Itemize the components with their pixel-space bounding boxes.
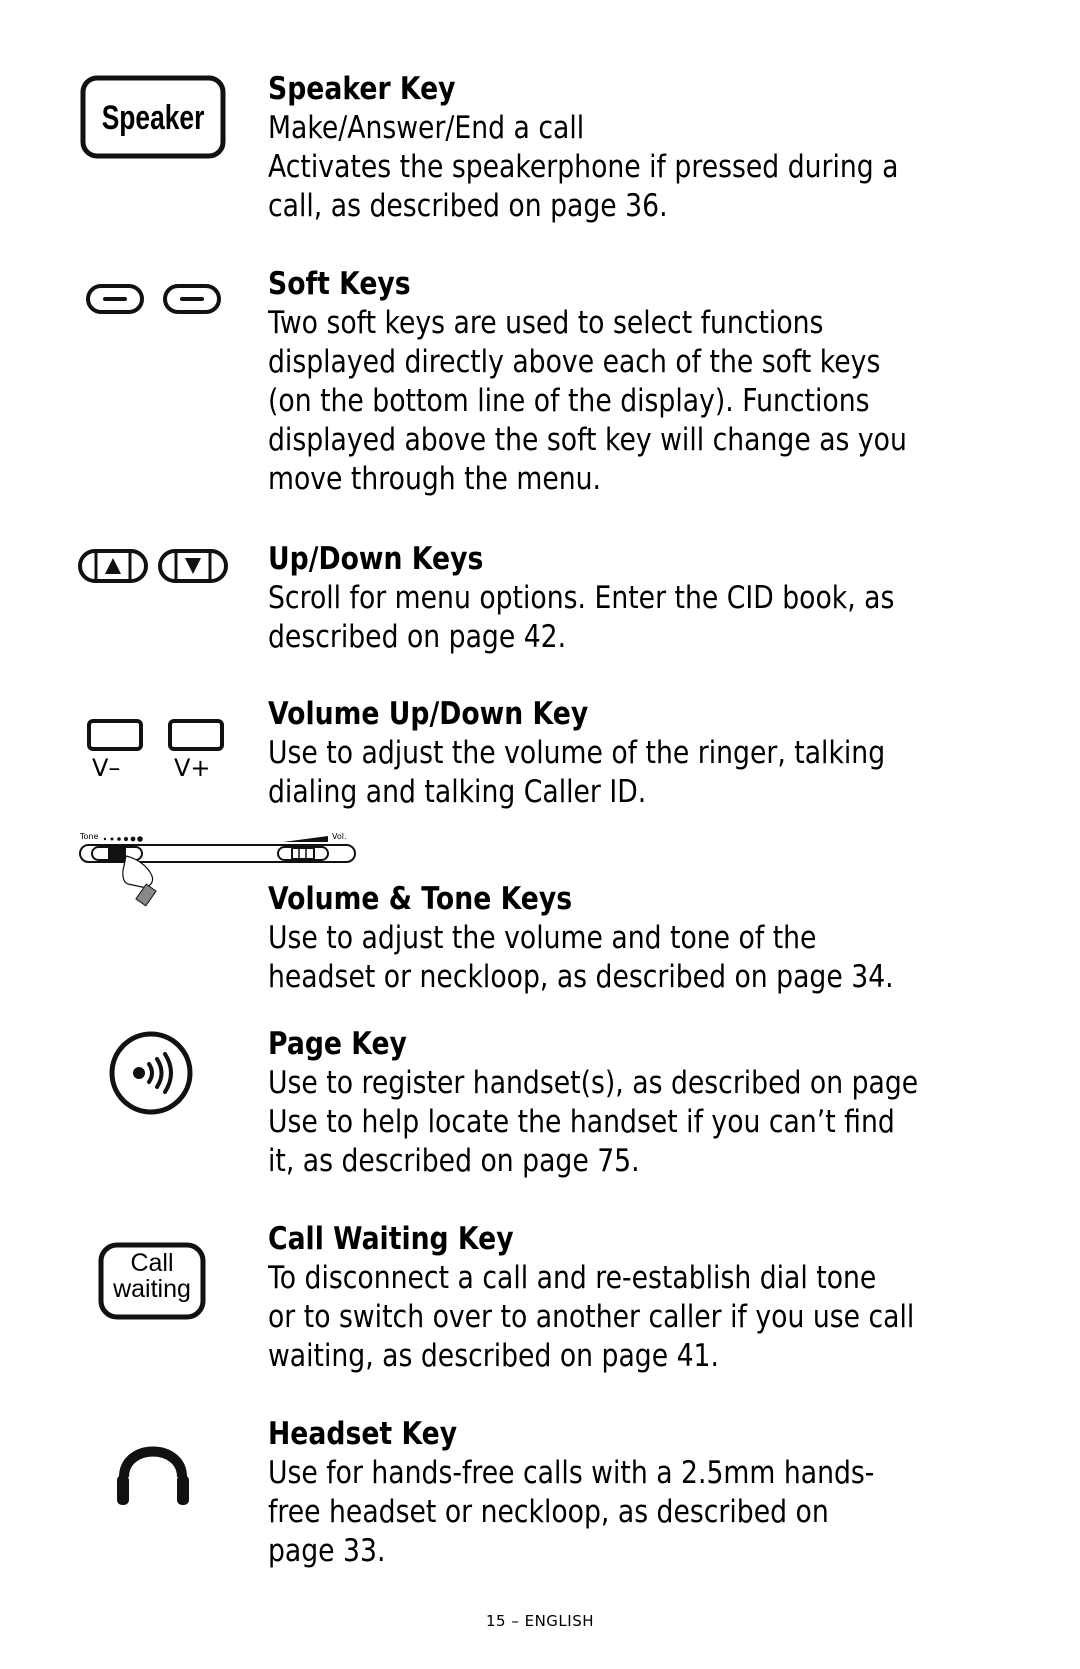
section-text: or to switch over to another caller if y… bbox=[268, 1299, 915, 1335]
section-text: it, as described on page 75. bbox=[268, 1143, 640, 1179]
section-text: described on page 42. bbox=[268, 619, 567, 655]
section-title: Page Key bbox=[268, 1026, 407, 1062]
up-down-keys-section: Up/Down Keys Scroll for menu options. En… bbox=[268, 540, 1028, 657]
section-text: Activates the speakerphone if pressed du… bbox=[268, 149, 899, 185]
section-text: Scroll for menu options. Enter the CID b… bbox=[268, 580, 895, 616]
volume-up-label: V+ bbox=[174, 754, 211, 782]
up-down-keys-icon bbox=[78, 548, 228, 584]
headset-key-section: Headset Key Use for hands-free calls wit… bbox=[268, 1415, 1028, 1571]
section-title: Call Waiting Key bbox=[268, 1221, 514, 1257]
section-text: displayed above the soft key will change… bbox=[268, 422, 907, 458]
svg-text:Speaker: Speaker bbox=[102, 98, 205, 137]
section-text: Use to adjust the volume of the ringer, … bbox=[268, 735, 886, 771]
section-text: Use to register handset(s), as described… bbox=[268, 1065, 919, 1101]
waiting-word: waiting bbox=[113, 1275, 191, 1303]
section-text: waiting, as described on page 41. bbox=[268, 1338, 719, 1374]
volume-tone-section: Volume & Tone Keys Use to adjust the vol… bbox=[268, 880, 1028, 997]
headset-key-icon bbox=[112, 1437, 196, 1509]
soft-keys-section: Soft Keys Two soft keys are used to sele… bbox=[268, 265, 1028, 499]
section-text: Use to help locate the handset if you ca… bbox=[268, 1104, 895, 1140]
vol-label: Vol. bbox=[332, 832, 347, 841]
section-text: Use for hands-free calls with a 2.5mm ha… bbox=[268, 1455, 875, 1491]
volume-down-label: V– bbox=[92, 754, 121, 782]
section-text: call, as described on page 36. bbox=[268, 188, 668, 224]
section-text: (on the bottom line of the display). Fun… bbox=[268, 383, 870, 419]
call-waiting-key-icon: Call waiting bbox=[98, 1242, 206, 1320]
call-waiting-section: Call Waiting Key To disconnect a call an… bbox=[268, 1220, 1028, 1376]
section-text: page 33. bbox=[268, 1533, 386, 1569]
section-text: headset or neckloop, as described on pag… bbox=[268, 959, 894, 995]
section-text: free headset or neckloop, as described o… bbox=[268, 1494, 829, 1530]
tone-label: Tone bbox=[80, 832, 99, 841]
call-waiting-label: Call waiting bbox=[98, 1250, 206, 1302]
section-text: move through the menu. bbox=[268, 461, 602, 497]
section-title: Up/Down Keys bbox=[268, 541, 484, 577]
section-title: Headset Key bbox=[268, 1416, 458, 1452]
section-text: displayed directly above each of the sof… bbox=[268, 344, 881, 380]
page-footer: 15 – ENGLISH bbox=[485, 1612, 595, 1630]
speaker-key-icon: Speaker bbox=[80, 75, 226, 159]
call-word: Call bbox=[130, 1249, 174, 1277]
section-text: Two soft keys are used to select functio… bbox=[268, 305, 824, 341]
page-key-section: Page Key Use to register handset(s), as … bbox=[268, 1025, 1028, 1181]
soft-keys-icon bbox=[86, 283, 221, 315]
volume-up-down-section: Volume Up/Down Key Use to adjust the vol… bbox=[268, 695, 1028, 812]
volume-keys-icon: V– V+ bbox=[86, 718, 226, 782]
section-text: Make/Answer/End a call bbox=[268, 110, 585, 146]
section-text: Use to adjust the volume and tone of the bbox=[268, 920, 817, 956]
page-key-icon bbox=[108, 1030, 194, 1116]
section-title: Speaker Key bbox=[268, 71, 456, 107]
speaker-key-section: Speaker Key Make/Answer/End a call Activ… bbox=[268, 70, 1028, 226]
section-title: Volume Up/Down Key bbox=[268, 696, 589, 732]
section-title: Volume & Tone Keys bbox=[268, 881, 573, 917]
section-text: To disconnect a call and re-establish di… bbox=[268, 1260, 877, 1296]
section-text: dialing and talking Caller ID. bbox=[268, 774, 647, 810]
section-title: Soft Keys bbox=[268, 266, 411, 302]
